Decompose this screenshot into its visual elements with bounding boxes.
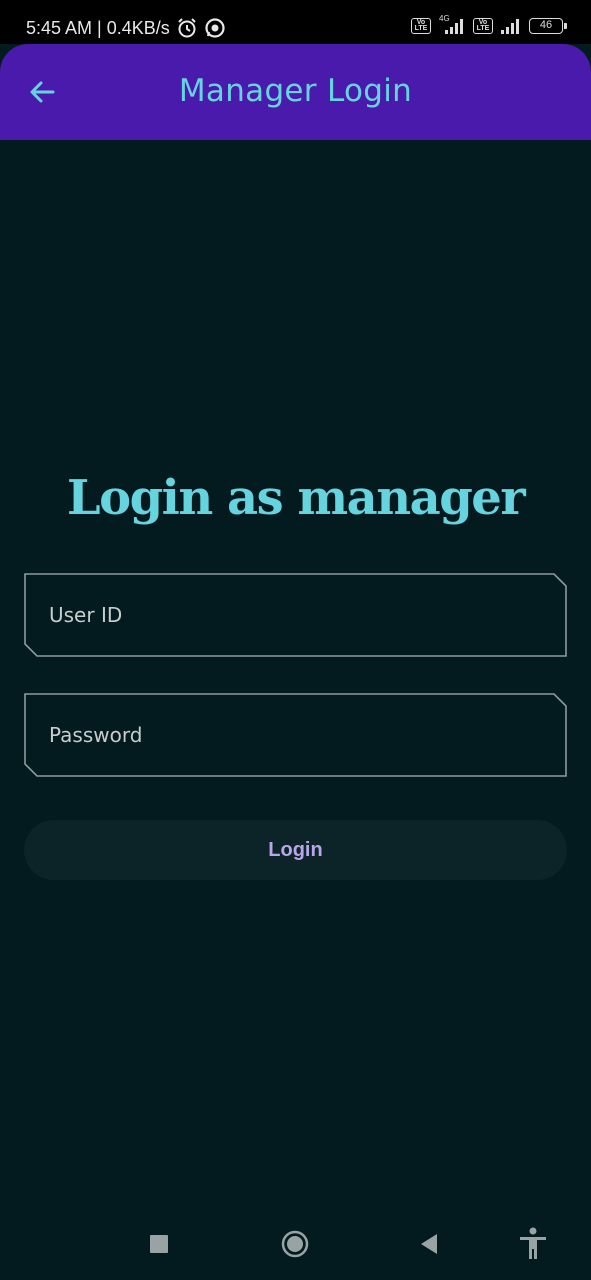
login-button[interactable]: Login: [24, 820, 567, 880]
signal-icon-2: [499, 17, 523, 35]
time-speed-text: 5:45 AM | 0.4KB/s: [26, 17, 170, 38]
signal-icon: 4G: [437, 14, 467, 35]
whatsapp-icon: [204, 17, 226, 39]
battery-icon: 46: [529, 18, 567, 34]
password-field[interactable]: [24, 693, 567, 777]
page-title: Manager Login: [178, 73, 413, 109]
app-bar: Manager Login: [0, 44, 591, 140]
network-type-text: 4G: [439, 14, 450, 23]
login-heading: Login as manager: [66, 470, 526, 526]
nav-back-button[interactable]: [411, 1226, 447, 1262]
alarm-icon: [176, 17, 198, 39]
back-icon: [421, 1234, 437, 1254]
status-bar: 5:45 AM | 0.4KB/s Vo LTE 4G Vo LTE 46: [0, 0, 591, 44]
volte-icon-2: Vo LTE: [473, 18, 493, 34]
accessibility-icon: [520, 1227, 546, 1259]
recents-icon: [150, 1235, 168, 1253]
system-nav-bar: [0, 1208, 591, 1280]
recents-button[interactable]: [141, 1226, 177, 1262]
status-left: 5:45 AM | 0.4KB/s: [26, 17, 226, 39]
home-button[interactable]: [277, 1226, 313, 1262]
user-id-field[interactable]: [24, 573, 567, 657]
volte-icon: Vo LTE: [411, 18, 431, 34]
status-right: Vo LTE 4G Vo LTE 46: [411, 14, 567, 35]
accessibility-button[interactable]: [515, 1226, 551, 1262]
user-id-input[interactable]: [26, 575, 561, 655]
home-icon: [281, 1230, 309, 1258]
password-input[interactable]: [26, 695, 561, 775]
